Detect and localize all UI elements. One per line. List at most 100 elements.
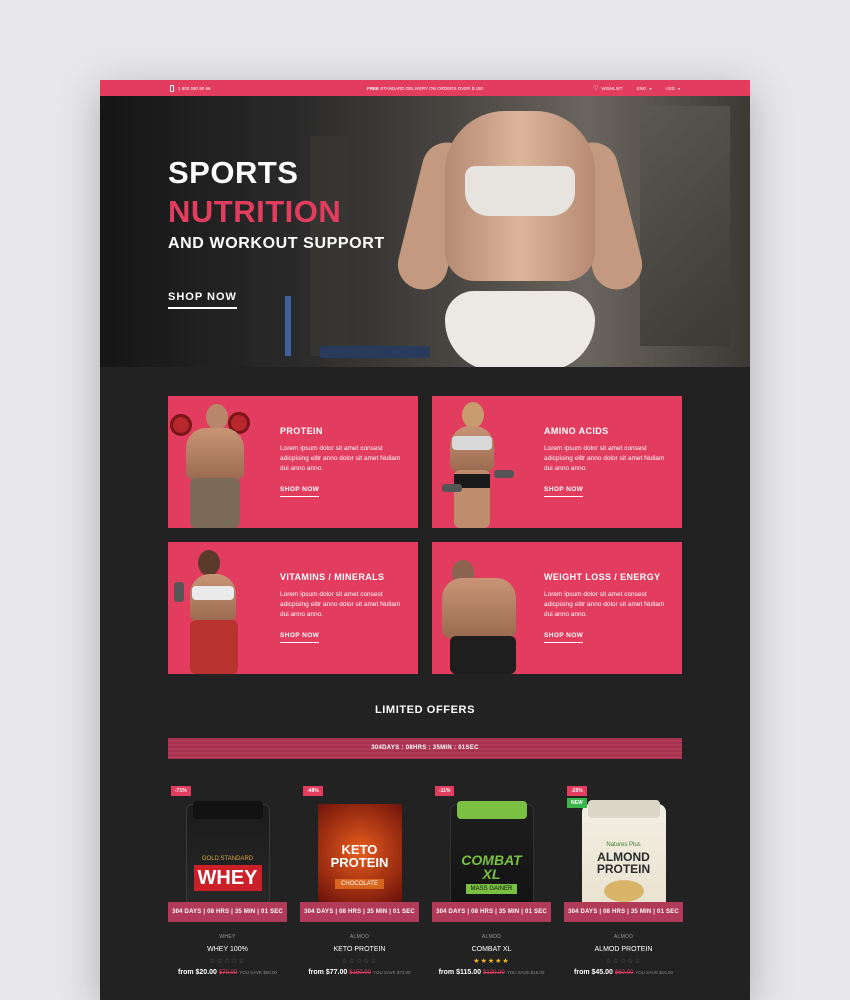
price-save: YOU SAVE $50.00 bbox=[239, 970, 277, 975]
chevron-down-icon: ▾ bbox=[649, 85, 652, 91]
product-category: ALMOD bbox=[349, 934, 370, 940]
product-countdown: 304 DAYS | 08 HRS | 35 MIN | 01 SEC bbox=[300, 902, 419, 922]
price-old: $130.00 bbox=[483, 970, 505, 976]
product-name[interactable]: ALMOD PROTEIN bbox=[564, 946, 683, 953]
discount-badge: -25% bbox=[567, 786, 587, 796]
price-save: YOU SAVE $73.00 bbox=[372, 970, 411, 975]
product-category: WHEY bbox=[219, 934, 236, 940]
product-name[interactable]: WHEY 100% bbox=[168, 946, 287, 953]
discount-badge: -71% bbox=[171, 786, 191, 796]
page-frame: 1 800 280 90 66 FREE STANDARD DELIVERY O… bbox=[100, 80, 750, 1000]
product-card[interactable]: Natures Plus ALMOND PROTEIN -25% NEW 304… bbox=[564, 784, 683, 984]
category-title: VITAMINS / MINERALS bbox=[280, 572, 385, 582]
promo-text: STANDARD DELIVERY ON ORDERS OVER $ 150 bbox=[380, 85, 484, 91]
price-old: $70.00 bbox=[218, 970, 238, 976]
product-label-sub: Natures Plus bbox=[606, 842, 641, 848]
category-grid: PROTEIN Lorem ipsum dolor sit amet conse… bbox=[168, 396, 682, 674]
rating-stars: ★★★★★ bbox=[473, 958, 510, 965]
discount-badge: -48% bbox=[303, 786, 323, 796]
product-countdown: 304 DAYS | 08 HRS | 35 MIN | 01 SEC bbox=[564, 902, 683, 922]
product-name[interactable]: KETO PROTEIN bbox=[300, 946, 419, 953]
rating-stars: ☆☆☆☆☆ bbox=[341, 958, 378, 965]
category-card-weight-loss-energy[interactable]: WEIGHT LOSS / ENERGY Lorem ipsum dolor s… bbox=[432, 542, 682, 674]
currency-select[interactable]: USD ▾ bbox=[665, 86, 680, 91]
hero-shop-now-button[interactable]: SHOP NOW bbox=[168, 291, 237, 309]
product-price: from $20.00 $70.00 YOU SAVE $50.00 bbox=[168, 969, 287, 976]
price-old: $150.00 bbox=[349, 970, 371, 976]
product-price: from $45.00 $60.00 YOU SAVE $15.00 bbox=[564, 969, 683, 976]
category-title: WEIGHT LOSS / ENERGY bbox=[544, 572, 661, 582]
phone-icon bbox=[170, 84, 174, 92]
top-bar-right: ♡ WISHLIST ENG ▾ USD ▾ bbox=[593, 85, 680, 92]
category-card-vitamins-minerals[interactable]: VITAMINS / MINERALS Lorem ipsum dolor si… bbox=[168, 542, 418, 674]
product-countdown: 304 DAYS | 08 HRS | 35 MIN | 01 SEC bbox=[432, 902, 551, 922]
language-select[interactable]: ENG ▾ bbox=[637, 86, 652, 91]
hero-title-line2: NUTRITION bbox=[168, 194, 342, 229]
discount-badge: -11% bbox=[435, 786, 455, 796]
product-card[interactable]: GOLD STANDARD WHEY -71% 304 DAYS | 08 HR… bbox=[168, 784, 287, 984]
category-description: Lorem ipsum dolor sit amet consest adicp… bbox=[544, 591, 665, 618]
top-bar: 1 800 280 90 66 FREE STANDARD DELIVERY O… bbox=[100, 80, 750, 96]
category-title: AMINO ACIDS bbox=[544, 426, 609, 436]
chevron-down-icon: ▾ bbox=[677, 85, 680, 91]
product-label-main: COMBAT XL bbox=[461, 851, 522, 882]
wishlist-link[interactable]: ♡ WISHLIST bbox=[593, 85, 623, 92]
product-price: from $77.00 $150.00 YOU SAVE $73.00 bbox=[300, 969, 419, 976]
hero-text: SPORTS NUTRITION AND WORKOUT SUPPORT SHO… bbox=[168, 154, 385, 309]
product-label-sub: MASS GAINER bbox=[465, 883, 518, 894]
category-shop-now-link[interactable]: SHOP NOW bbox=[280, 632, 320, 643]
athlete-image bbox=[168, 396, 263, 528]
product-category: ALMOD bbox=[613, 934, 634, 940]
category-shop-now-link[interactable]: SHOP NOW bbox=[544, 486, 584, 497]
currency-value: USD bbox=[665, 85, 675, 91]
price-save: YOU SAVE $15.00 bbox=[635, 970, 673, 975]
category-card-amino-acids[interactable]: AMINO ACIDS Lorem ipsum dolor sit amet c… bbox=[432, 396, 682, 528]
phone-contact[interactable]: 1 800 280 90 66 bbox=[170, 84, 211, 92]
category-description: Lorem ipsum dolor sit amet consest adicp… bbox=[280, 591, 401, 618]
limited-offers-heading: LIMITED OFFERS bbox=[374, 704, 476, 716]
gym-background bbox=[640, 106, 730, 346]
product-label-sub: CHOCOLATE bbox=[335, 879, 384, 889]
promo-bold: FREE bbox=[366, 85, 379, 91]
hero-model-image bbox=[392, 111, 648, 367]
product-label-main: KETO PROTEIN bbox=[330, 842, 389, 870]
product-countdown: 304 DAYS | 08 HRS | 35 MIN | 01 SEC bbox=[168, 902, 287, 922]
category-description: Lorem ipsum dolor sit amet consest adicp… bbox=[280, 445, 401, 472]
athlete-image bbox=[168, 542, 263, 674]
hero-banner: SPORTS NUTRITION AND WORKOUT SUPPORT SHO… bbox=[100, 96, 750, 367]
category-shop-now-link[interactable]: SHOP NOW bbox=[280, 486, 320, 497]
countdown-bar: 304DAYS : 08HRS : 35MIN : 01SEC bbox=[168, 738, 682, 759]
price-current: from $77.00 bbox=[308, 969, 348, 976]
phone-number: 1 800 280 90 66 bbox=[178, 85, 211, 91]
rating-stars: ☆☆☆☆☆ bbox=[209, 958, 246, 965]
product-name[interactable]: COMBAT XL bbox=[432, 946, 551, 953]
heart-icon: ♡ bbox=[593, 85, 599, 92]
category-card-protein[interactable]: PROTEIN Lorem ipsum dolor sit amet conse… bbox=[168, 396, 418, 528]
almond-graphic bbox=[603, 880, 644, 902]
product-price: from $115.00 $130.00 YOU SAVE $15.00 bbox=[432, 969, 551, 976]
athlete-image bbox=[432, 396, 527, 528]
gym-equipment bbox=[320, 346, 430, 358]
price-current: from $115.00 bbox=[438, 969, 482, 976]
price-save: YOU SAVE $15.00 bbox=[506, 970, 545, 975]
product-label-main: ALMOND PROTEIN bbox=[596, 850, 651, 876]
language-value: ENG bbox=[636, 85, 647, 91]
price-old: $60.00 bbox=[614, 970, 634, 976]
category-shop-now-link[interactable]: SHOP NOW bbox=[544, 632, 584, 643]
category-description: Lorem ipsum dolor sit amet consest adicp… bbox=[544, 445, 665, 472]
athlete-image bbox=[432, 542, 527, 674]
product-category: ALMOD bbox=[481, 934, 502, 940]
product-card[interactable]: KETO PROTEIN CHOCOLATE -48% 304 DAYS | 0… bbox=[300, 784, 419, 984]
price-current: from $45.00 bbox=[574, 969, 613, 976]
wishlist-label: WISHLIST bbox=[601, 85, 623, 91]
product-label-sub: GOLD STANDARD bbox=[201, 855, 254, 862]
new-badge: NEW bbox=[567, 798, 587, 808]
price-current: from $20.00 bbox=[178, 969, 217, 976]
product-grid: GOLD STANDARD WHEY -71% 304 DAYS | 08 HR… bbox=[168, 784, 683, 984]
product-card[interactable]: COMBAT XL MASS GAINER -11% 304 DAYS | 08… bbox=[432, 784, 551, 984]
hero-title-line1: SPORTS bbox=[168, 155, 299, 190]
category-title: PROTEIN bbox=[280, 426, 323, 436]
product-label-main: WHEY bbox=[193, 864, 262, 891]
hero-subtitle: AND WORKOUT SUPPORT bbox=[168, 235, 385, 252]
rating-stars: ☆☆☆☆☆ bbox=[605, 958, 642, 965]
